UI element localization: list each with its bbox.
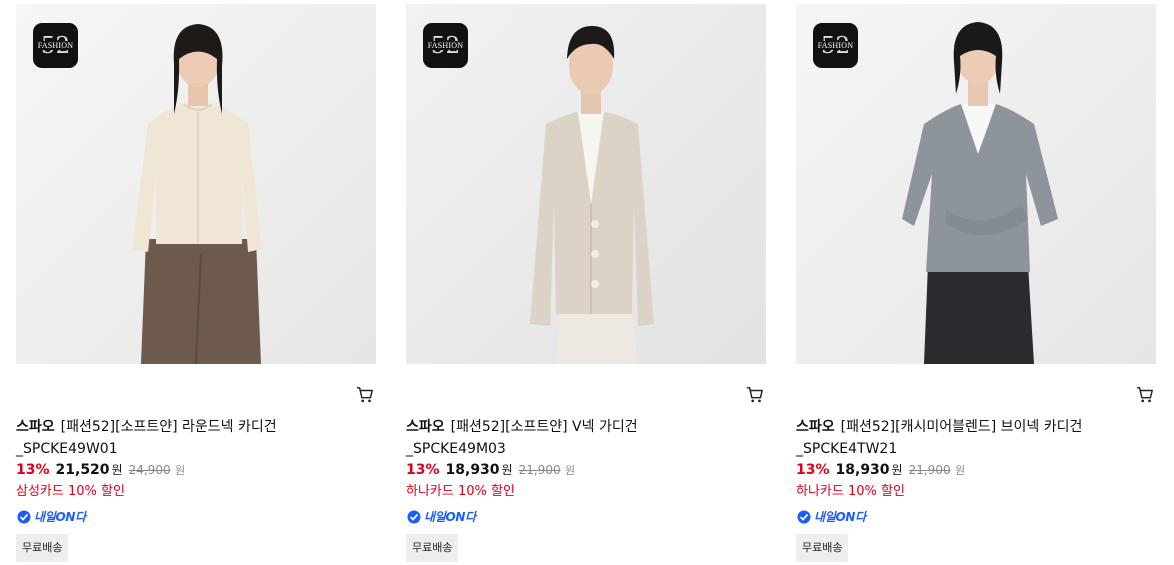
- fashion52-badge: 52 FASHION: [423, 23, 468, 68]
- naeil-on-badge: 내일ON다: [796, 509, 1126, 525]
- discount-rate: 13%: [796, 462, 830, 478]
- sale-price: 18,930 원: [445, 462, 513, 478]
- product-image[interactable]: 52 FASHION: [796, 4, 1156, 364]
- naeil-on-badge: 내일ON다: [406, 509, 736, 525]
- delivery-icon: [17, 510, 31, 524]
- free-shipping-tag: 무료배송: [796, 534, 849, 562]
- card-discount: 하나카드 10% 할인: [406, 484, 515, 499]
- product-info: 스파오 [패션52][소프트얀] 라운드넥 카디건_SPCKE49W01 13% …: [16, 416, 346, 562]
- fashion52-badge: 52 FASHION: [33, 23, 78, 68]
- cart-icon[interactable]: [746, 386, 764, 404]
- delivery-icon: [797, 510, 811, 524]
- product-image[interactable]: 52 FASHION: [406, 4, 766, 364]
- cart-icon[interactable]: [1136, 386, 1154, 404]
- delivery-icon: [407, 510, 421, 524]
- price-row: 13% 18,930 원 21,900 원: [796, 460, 1126, 481]
- sale-price: 18,930 원: [835, 462, 903, 478]
- product-title[interactable]: 스파오 [패션52][소프트얀] V넥 가디건_SPCKE49M03: [406, 416, 736, 460]
- product-info: 스파오 [패션52][소프트얀] V넥 가디건_SPCKE49M03 13% 18…: [406, 416, 736, 562]
- product-image[interactable]: 52 FASHION: [16, 4, 376, 364]
- product-card[interactable]: 52 FASHION 스파오[패션52][캐시미어블렌드] 브이넥 카디건_SP…: [796, 4, 1156, 562]
- product-name: [패션52][캐시미어블렌드] 브이넥 카디건_SPCKE4TW21: [796, 419, 1083, 457]
- product-title[interactable]: 스파오 [패션52][캐시미어블렌드] 브이넥 카디건_SPCKE4TW21: [796, 416, 1126, 460]
- sale-price: 21,520 원: [55, 462, 123, 478]
- brand-name: 스파오: [406, 419, 445, 435]
- price-row: 13% 18,930 원 21,900 원: [406, 460, 736, 481]
- discount-rate: 13%: [16, 462, 50, 478]
- fashion52-badge: 52 FASHION: [813, 23, 858, 68]
- brand-name: 스파오: [796, 419, 835, 435]
- card-discount: 하나카드 10% 할인: [796, 484, 905, 499]
- free-shipping-tag: 무료배송: [16, 534, 69, 562]
- product-card[interactable]: 52 FASHION 스파오[패션52][소프트얀] V넥 가디건_SPCKE4…: [406, 4, 766, 562]
- discount-rate: 13%: [406, 462, 440, 478]
- product-name: [패션52][소프트얀] 라운드넥 카디건_SPCKE49W01: [16, 419, 277, 457]
- card-discount: 삼성카드 10% 할인: [16, 484, 125, 499]
- product-card[interactable]: 52 FASHION 스파오[패션52][소프트얀] 라운드넥 카디건_SPCK…: [16, 4, 376, 562]
- original-price: 21,900 원: [518, 463, 576, 477]
- original-price: 24,900 원: [128, 463, 186, 477]
- original-price: 21,900 원: [908, 463, 966, 477]
- price-row: 13% 21,520 원 24,900 원: [16, 460, 346, 481]
- product-title[interactable]: 스파오 [패션52][소프트얀] 라운드넥 카디건_SPCKE49W01: [16, 416, 346, 460]
- free-shipping-tag: 무료배송: [406, 534, 459, 562]
- brand-name: 스파오: [16, 419, 55, 435]
- product-info: 스파오 [패션52][캐시미어블렌드] 브이넥 카디건_SPCKE4TW21 13…: [796, 416, 1126, 562]
- naeil-on-badge: 내일ON다: [16, 509, 346, 525]
- cart-icon[interactable]: [356, 386, 374, 404]
